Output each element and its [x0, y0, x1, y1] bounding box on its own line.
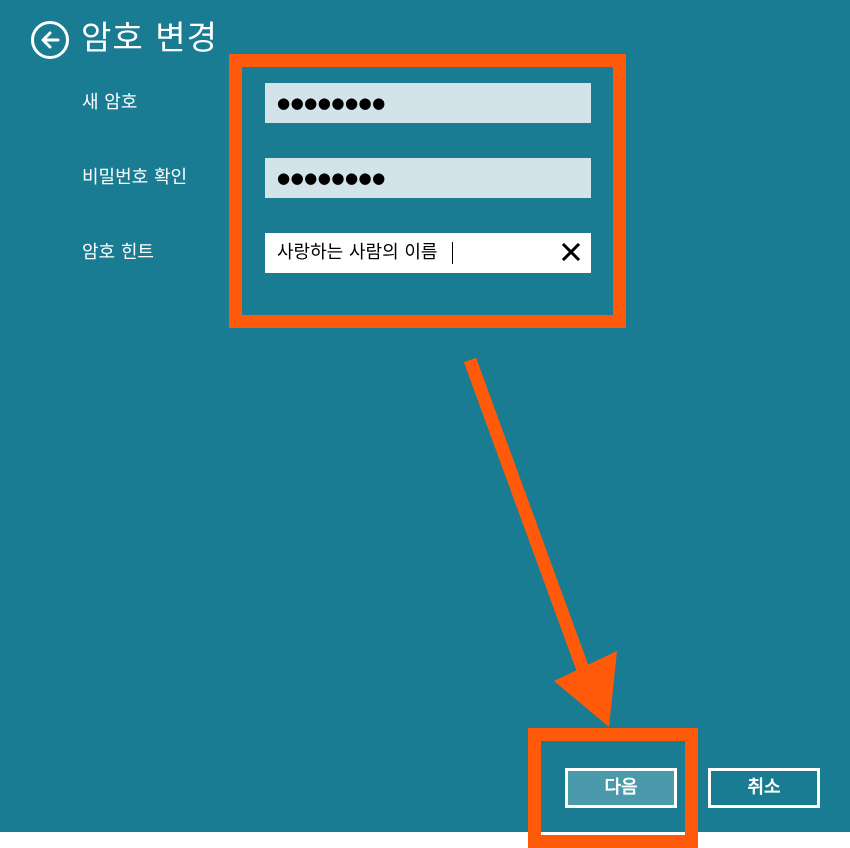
close-icon: [561, 242, 581, 262]
page-title: 암호 변경: [81, 18, 218, 57]
back-arrow-icon: [41, 31, 60, 49]
confirm-password-field[interactable]: ●●●●●●●●: [265, 158, 591, 198]
clear-hint-button[interactable]: [557, 238, 585, 266]
back-button[interactable]: [31, 21, 69, 59]
new-password-field[interactable]: ●●●●●●●●: [265, 83, 591, 123]
new-password-label: 새 암호: [82, 92, 138, 113]
password-hint-field[interactable]: 사랑하는 사람의 이름: [265, 233, 591, 273]
change-password-window: 암호 변경 새 암호 ●●●●●●●● 비밀번호 확인 ●●●●●●●● 암호 …: [0, 0, 850, 832]
cancel-button[interactable]: 취소: [708, 768, 820, 808]
next-button[interactable]: 다음: [565, 768, 677, 808]
password-hint-label: 암호 힌트: [82, 242, 154, 263]
text-caret: [452, 242, 453, 264]
confirm-password-label: 비밀번호 확인: [82, 167, 188, 188]
